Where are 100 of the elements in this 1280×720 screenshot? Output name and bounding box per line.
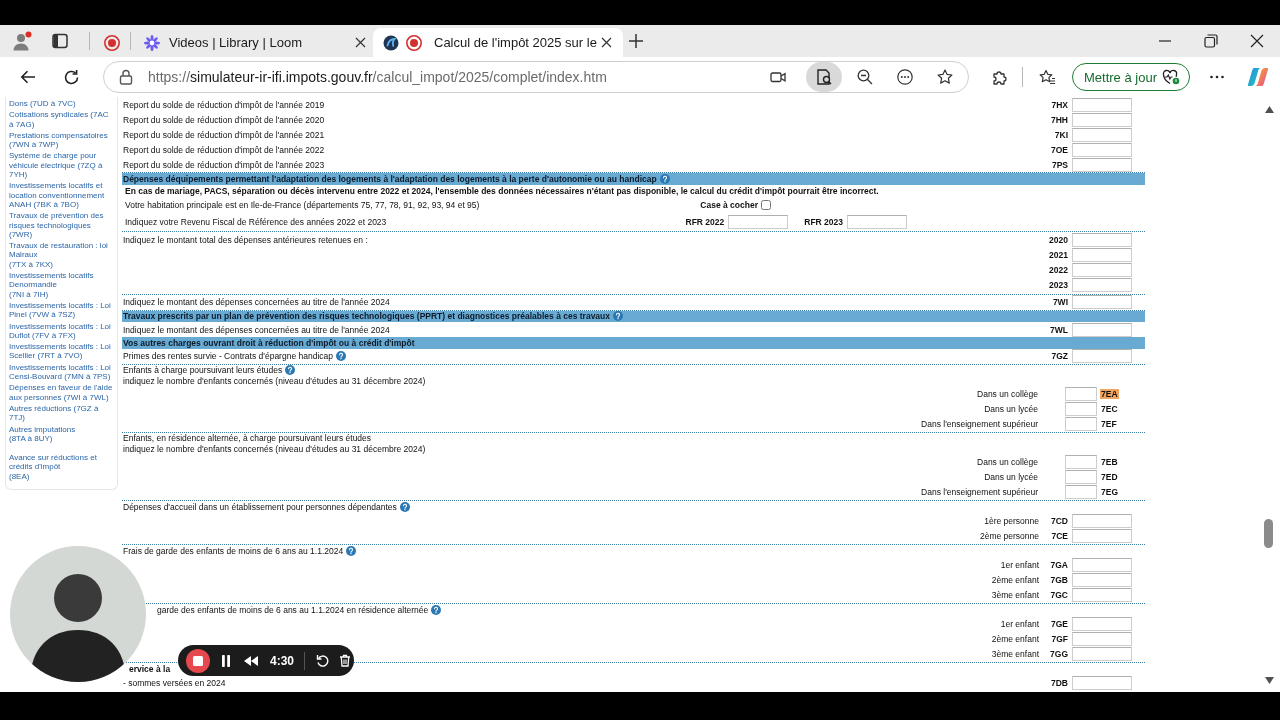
amount-field[interactable]: [1072, 157, 1132, 172]
profile-icon[interactable]: [12, 31, 32, 51]
box-code: 7WI: [1052, 297, 1068, 307]
amount-field[interactable]: [1072, 263, 1132, 277]
amount-field[interactable]: [1072, 529, 1132, 543]
sidebar-link[interactable]: Système de charge pour véhicule électrique (7ZQ à 7YH): [9, 151, 114, 180]
sidebar-link[interactable]: Prestations compensatoires (7WN à 7WP): [9, 130, 114, 150]
field-label: Report du solde de réduction d'impôt de l'année 2021: [123, 129, 325, 140]
sidebar-link[interactable]: Investissements locatifs : Loi Pinel (7VW à 7SZ): [9, 300, 114, 320]
field-label: 1er enfant: [1000, 560, 1039, 570]
favorites-icon[interactable]: [1039, 68, 1056, 86]
count-field[interactable]: [1065, 387, 1097, 401]
sidebar-link[interactable]: Avance sur réductions et crédits d'impôt (8EA): [9, 453, 114, 481]
sidebar-link[interactable]: Investissements locatifs : Loi Censi-Bouvard (7MN à 7PS): [9, 362, 114, 382]
reload-icon[interactable]: [63, 68, 80, 86]
count-field[interactable]: [1065, 455, 1097, 469]
sidebar-link[interactable]: Investissements locatifs et location conventionnement ANAH (7BK à 7BO): [9, 181, 114, 210]
count-field[interactable]: [1065, 485, 1097, 499]
scroll-up-icon[interactable]: [1264, 106, 1274, 113]
scroll-down-icon[interactable]: [1264, 677, 1274, 684]
field-label: Indiquez le montant des dépenses concernées au titre de l'année 2024: [123, 324, 390, 335]
amount-field[interactable]: [1072, 248, 1132, 262]
sidebar-link[interactable]: Travaux de restauration : loi Malraux (7TX à 7KX): [9, 241, 114, 270]
colorful-swirl-icon[interactable]: [1247, 66, 1269, 88]
help-icon[interactable]: [346, 546, 357, 556]
restart-icon[interactable]: [316, 654, 330, 667]
close-icon[interactable]: [355, 37, 366, 48]
puzzle-icon[interactable]: [991, 68, 1008, 86]
star-icon[interactable]: [937, 69, 953, 85]
field-label: 3ème enfant: [991, 590, 1039, 600]
sidebar-link[interactable]: Investissements locatifs : Loi Scellier (7RT à 7VO): [9, 342, 114, 361]
rfr-field[interactable]: [728, 214, 789, 229]
field-label: 2ème personne: [979, 531, 1039, 541]
amount-field[interactable]: [1072, 588, 1132, 602]
amount-field[interactable]: [1072, 632, 1132, 646]
sidebar-link[interactable]: Travaux de prévention des risques technologiques (7WR): [9, 211, 114, 240]
lock-icon[interactable]: [119, 69, 133, 85]
record-icon: [406, 34, 422, 51]
sidebar-link[interactable]: Dépenses en faveur de l'aide aux personnes (7WI à 7WL): [9, 383, 114, 402]
amount-field[interactable]: [1072, 573, 1132, 587]
amount-field[interactable]: [1072, 233, 1132, 247]
box-code: 7CE: [1051, 531, 1068, 541]
amount-field[interactable]: [1072, 514, 1132, 528]
amount-field[interactable]: [1072, 295, 1132, 309]
more-icon[interactable]: [897, 69, 913, 85]
amount-field[interactable]: [1072, 112, 1132, 127]
page-search-icon[interactable]: [806, 62, 842, 92]
url-text[interactable]: https://simulateur-ir-ifi.impots.gouv.fr/calcul_impot/2025/complet/index.htm: [148, 69, 607, 85]
back-icon[interactable]: [20, 69, 36, 85]
field-label: 1er enfant: [1000, 619, 1039, 629]
sidebar-link[interactable]: Cotisations syndicales (7AC à 7AG): [9, 110, 114, 129]
stop-icon[interactable]: [186, 648, 210, 673]
pause-icon[interactable]: [221, 654, 231, 667]
tab-list-icon[interactable]: [52, 33, 68, 49]
count-field[interactable]: [1065, 417, 1097, 431]
help-icon[interactable]: [613, 311, 624, 322]
help-icon[interactable]: [399, 502, 410, 512]
amount-field[interactable]: [1072, 142, 1132, 157]
amount-field[interactable]: [1072, 349, 1132, 363]
box-code: 7GF: [1051, 634, 1068, 644]
amount-field[interactable]: [1072, 127, 1132, 142]
restore-icon[interactable]: [1204, 34, 1218, 48]
count-field[interactable]: [1065, 470, 1097, 484]
rfr-field[interactable]: [847, 214, 907, 229]
zoom-out-icon[interactable]: [857, 69, 873, 85]
sidebar-link[interactable]: Investissements locatifs : Loi Duflot (7FV à 7FX): [9, 321, 114, 341]
year-label: 2023: [1049, 280, 1068, 290]
amount-field[interactable]: [1072, 322, 1132, 337]
section-title: Dépenses déquipements permettant l'adaptation des logements à l'adaptation des logements à la perte d'autonomie ou au handicap: [123, 173, 657, 184]
amount-field[interactable]: [1072, 676, 1132, 690]
amount-field[interactable]: [1072, 647, 1132, 661]
amount-field[interactable]: [1072, 278, 1132, 292]
count-field[interactable]: [1065, 402, 1097, 416]
video-camera-icon[interactable]: [770, 69, 786, 85]
close-icon[interactable]: [601, 37, 612, 48]
help-icon[interactable]: [431, 605, 442, 615]
sidebar-link[interactable]: Autres réductions (7GZ à 7TJ): [9, 403, 114, 423]
help-icon[interactable]: [659, 173, 670, 184]
sidebar-link[interactable]: Autres imputations (8TA à 8UY): [9, 424, 114, 444]
recording-time: 4:30: [270, 653, 295, 668]
rewind-icon[interactable]: [244, 655, 258, 666]
field-label: Dans un lycée: [984, 404, 1038, 414]
field-label: Indiquez le montant des dépenses concernées au titre de l'année 2024: [123, 297, 390, 307]
help-icon[interactable]: [285, 365, 296, 375]
browser-tab[interactable]: Calcul de l'impôt 2025 sur le: [373, 28, 623, 57]
update-button[interactable]: Mettre à jour: [1072, 63, 1190, 91]
plus-icon[interactable]: [628, 33, 644, 49]
amount-field[interactable]: [1072, 97, 1132, 112]
amount-field[interactable]: [1072, 558, 1132, 572]
browser-tab[interactable]: Videos | Library | Loom: [140, 28, 370, 57]
help-icon[interactable]: [336, 351, 346, 361]
box-code: 7ED: [1100, 472, 1119, 482]
sidebar-link[interactable]: Dons (7UD à 7VC): [9, 99, 114, 109]
trash-icon[interactable]: [339, 654, 352, 667]
address-bar[interactable]: https://simulateur-ir-ifi.impots.gouv.fr/calcul_impot/2025/complet/index.htm: [103, 61, 969, 93]
close-icon[interactable]: [1250, 34, 1264, 48]
sidebar-link[interactable]: Investissements locatifs Denormandie (7NI à 7IH): [9, 271, 114, 299]
scrollbar-thumb[interactable]: [1264, 519, 1273, 548]
checkbox[interactable]: [761, 200, 771, 210]
amount-field[interactable]: [1072, 617, 1132, 631]
